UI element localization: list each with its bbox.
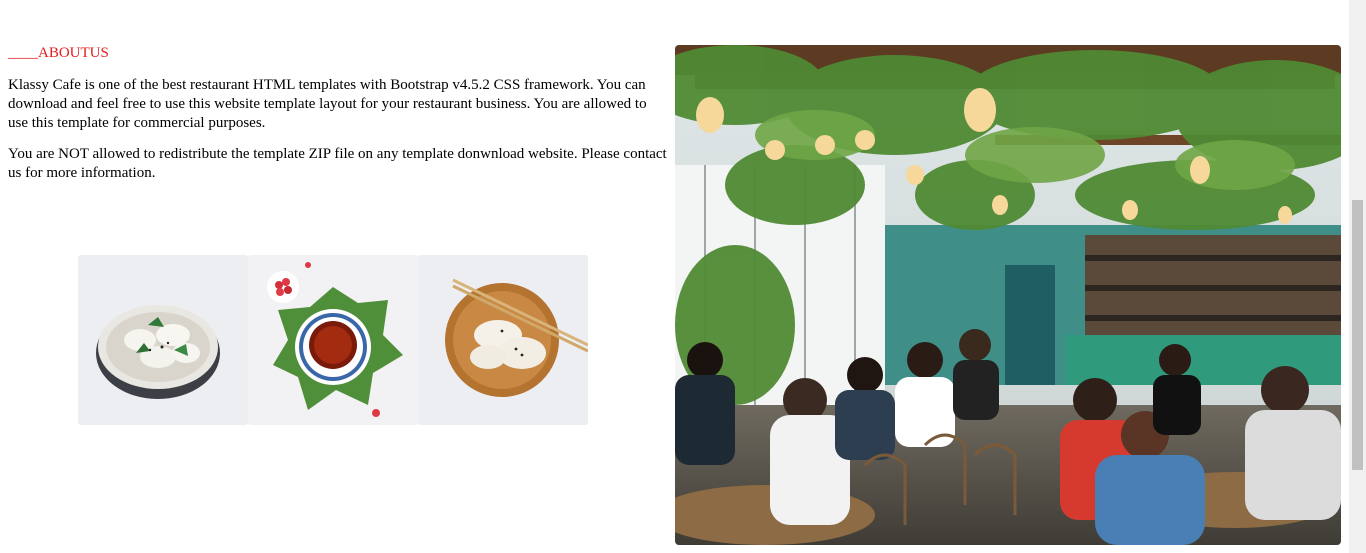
restaurant-photo (675, 45, 1341, 545)
about-paragraph-2: You are NOT allowed to redistribute the … (8, 146, 667, 181)
dumplings-bowl-image (78, 255, 248, 425)
about-heading: ____ABOUTUS (8, 45, 109, 61)
thumbnail-tea-cup[interactable] (248, 255, 418, 425)
about-section: ____ABOUTUS Klassy Cafe is one of the be… (0, 0, 1366, 553)
dumplings-plate-image (418, 255, 588, 425)
scrollbar-thumb[interactable] (1352, 200, 1363, 470)
page-scrollbar[interactable] (1349, 0, 1366, 553)
about-paragraph-1: Klassy Cafe is one of the best restauran… (8, 77, 647, 131)
thumbnail-dumplings-plate[interactable] (418, 255, 588, 425)
thumbnail-dumplings-bowl[interactable] (78, 255, 248, 425)
tea-cup-image (248, 255, 418, 425)
thumbnail-gallery (78, 255, 588, 425)
restaurant-interior-image (675, 45, 1341, 545)
about-text-block: ____ABOUTUS Klassy Cafe is one of the be… (8, 44, 668, 183)
